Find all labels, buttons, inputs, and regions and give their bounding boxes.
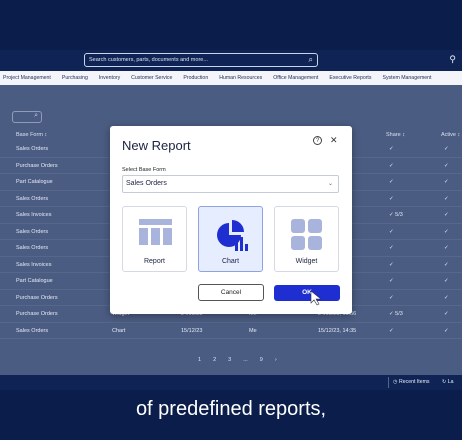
cell-shared: ✓ [389,146,394,152]
cell-active: ✓ [444,245,449,251]
cancel-button[interactable]: Cancel [198,284,264,301]
cell-base-form: Sales Invoices [16,261,52,268]
base-form-value: Sales Orders [126,180,167,187]
cell-active: ✓ [444,162,449,169]
page-link[interactable]: 1 [198,357,201,363]
cell-active: ✓ [444,212,449,218]
report-type-tile-chart[interactable]: Chart [198,206,263,272]
cell-base-form: Sales Orders [16,245,49,251]
cell-shared: ✓ [389,327,394,334]
cell-active: ✓ [444,228,449,235]
help-icon[interactable]: ? [313,136,322,145]
close-icon[interactable]: ✕ [330,135,338,146]
dialog-title: New Report [122,138,191,153]
search-input[interactable]: Search customers, parts, documents and m… [84,53,318,67]
table-report-icon [139,219,172,245]
cell-active: ✓ [444,327,449,334]
base-form-select[interactable]: Sales Orders ⌄ [122,175,339,193]
tile-label: Chart [221,258,240,265]
page-link[interactable]: 2 [213,357,216,363]
tile-label: Report [143,258,165,265]
tile-label: Widget [295,258,318,265]
cell-date: 15/12/23 [181,327,203,334]
page-link[interactable]: 3 [228,357,231,363]
nav-item[interactable]: Office Management [273,75,318,81]
cell-shared: ✓ [389,195,394,202]
cell-base-form: Part Catalogue [16,179,53,185]
ok-button[interactable]: OK [274,285,340,301]
column-header-shared[interactable]: Share ↕ [386,132,405,138]
cell-base-form: Sales Orders [16,195,49,202]
column-header-active[interactable]: Active ↕ [441,132,460,138]
cell-base-form: Sales Orders [16,327,49,334]
cell-active: ✓ [444,195,449,202]
chevron-down-icon: ⌄ [327,181,333,187]
search-placeholder: Search customers, parts, documents and m… [89,57,208,63]
pie-chart-icon [217,220,248,251]
nav-item[interactable]: System Management [382,75,431,81]
cell-base-form: Sales Orders [16,228,49,235]
cell-shared: ✓ [389,228,394,235]
nav-item[interactable]: Customer Service [131,75,172,81]
nav-item[interactable]: Executive Reports [329,75,371,81]
module-nav: Project Management Purchasing Inventory … [0,71,462,85]
cell-base-form: Sales Orders [16,146,49,152]
recent-items-label: Recent Items [398,379,430,385]
base-form-label: Select Base Form [122,167,166,173]
cell-shared: ✓ 5/3 [389,311,403,317]
cell-shared: ✓ [389,261,394,268]
search-icon[interactable]: ⌕ [309,55,313,65]
table-row[interactable]: Sales Orders Chart 15/12/23 Me 15/12/23, 14:… [0,323,462,339]
page-ellipsis: ... [243,357,248,363]
cell-active: ✓ [444,311,449,317]
top-bar: Search customers, parts, documents and m… [0,50,462,71]
cell-active: ✓ [444,146,449,152]
cell-active: ✓ [444,261,449,268]
filter-input[interactable]: ⌕ [12,111,42,123]
cell-type: Chart [112,327,126,334]
cell-base-form: Sales Invoices [16,212,52,218]
layout-button[interactable]: ↻ La [442,377,454,388]
page-link[interactable]: 9 [260,357,263,363]
video-caption: of predefined reports, [135,398,327,420]
widget-grid-icon [291,219,322,250]
cell-owner: Me [249,327,257,334]
cell-base-form: Purchase Orders [16,162,58,169]
cell-shared: ✓ [389,245,394,251]
nav-item[interactable]: Purchasing [62,75,88,81]
next-page-button[interactable]: › [275,357,277,363]
report-type-tile-report[interactable]: Report [122,206,187,272]
nav-item[interactable]: Inventory [99,75,120,81]
mouse-cursor-icon [310,290,322,306]
nav-item[interactable]: Human Resources [219,75,262,81]
cell-shared: ✓ 5/3 [389,212,403,218]
pagination: 1 2 3 ... 9 › [198,357,277,363]
cell-shared: ✓ [389,162,394,169]
cell-modified: 15/12/23, 14:35 [318,327,357,334]
search-icon: ⌕ [34,112,38,119]
bottom-bar: ◷ Recent Items ↻ La [0,375,462,390]
report-type-tile-widget[interactable]: Widget [274,206,339,272]
cell-active: ✓ [444,179,449,185]
location-icon[interactable]: ⚲ [449,54,456,65]
cell-base-form: Purchase Orders [16,294,58,301]
column-header-base-form[interactable]: Base Form ↕ [16,132,47,138]
cell-shared: ✓ [389,179,394,185]
cell-shared: ✓ [389,278,394,284]
cell-active: ✓ [444,278,449,284]
cell-base-form: Purchase Orders [16,311,58,317]
nav-item[interactable]: Project Management [3,75,51,81]
new-report-dialog: New Report ? ✕ Select Base Form Sales Or… [110,126,352,314]
layout-label: La [447,379,454,385]
recent-items-button[interactable]: ◷ Recent Items [388,377,440,388]
cell-shared: ✓ [389,294,394,301]
nav-item[interactable]: Production [183,75,208,81]
cell-base-form: Part Catalogue [16,278,53,284]
cell-active: ✓ [444,294,449,301]
